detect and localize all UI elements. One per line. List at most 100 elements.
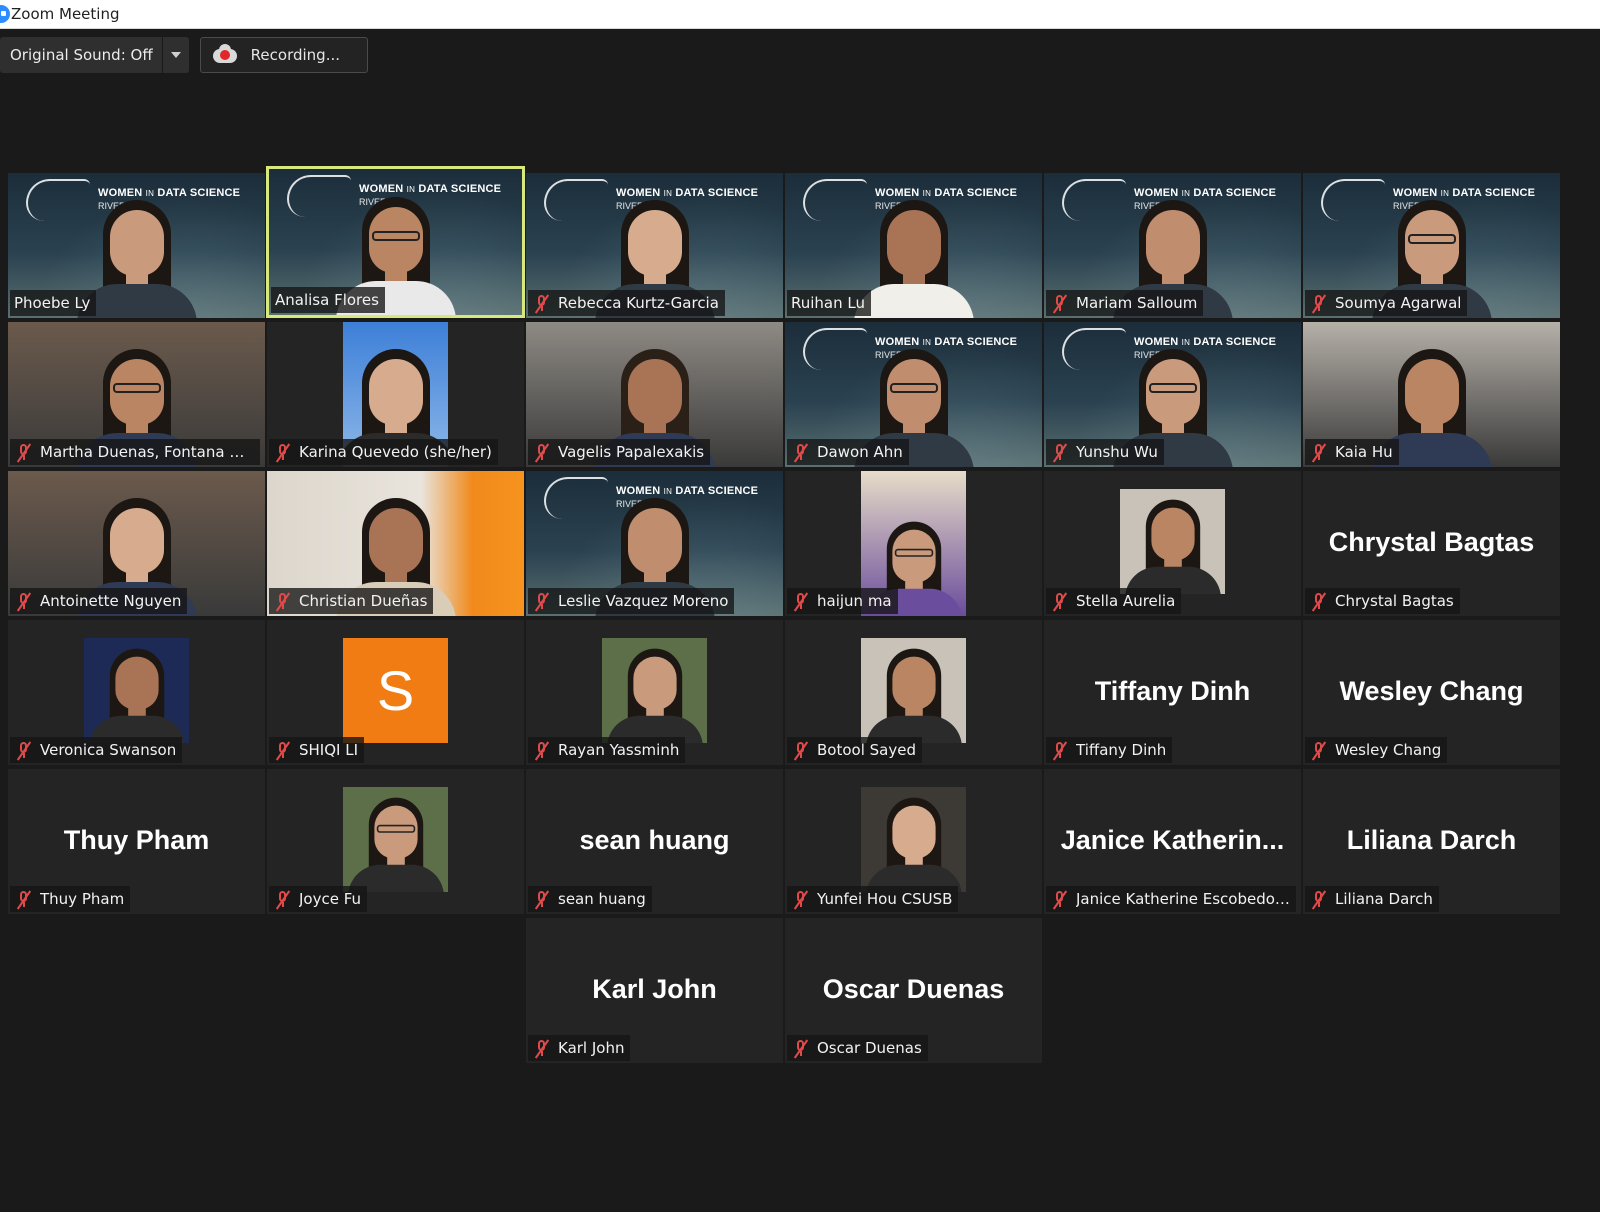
mic-muted-icon xyxy=(1309,293,1329,314)
original-sound-button[interactable]: Original Sound: Off xyxy=(0,37,162,73)
participant-nameplate: sean huang xyxy=(528,886,652,912)
participant-nameplate: Antoinette Nguyen xyxy=(10,588,188,614)
mic-muted-icon xyxy=(532,442,552,463)
participant-name: Phoebe Ly xyxy=(14,294,91,312)
participant-tile[interactable]: Veronica Swanson xyxy=(8,620,265,765)
participant-nameplate: Vagelis Papalexakis xyxy=(528,439,711,465)
participant-tile[interactable]: Stella Aurelia xyxy=(1044,471,1301,616)
participant-name: Analisa Flores xyxy=(275,291,379,309)
profile-photo xyxy=(861,787,966,892)
participant-name: Leslie Vazquez Moreno xyxy=(558,592,729,610)
participant-nameplate: Analisa Flores xyxy=(271,287,385,313)
recording-indicator[interactable]: Recording... xyxy=(199,37,368,73)
participant-nameplate: Chrystal Bagtas xyxy=(1305,588,1460,614)
participant-nameplate: Liliana Darch xyxy=(1305,886,1439,912)
avatar-letter: S xyxy=(343,638,448,743)
original-sound-dropdown[interactable] xyxy=(161,37,189,73)
participant-name: Chrystal Bagtas xyxy=(1335,592,1454,610)
mic-muted-icon xyxy=(14,740,34,761)
mic-muted-icon xyxy=(1050,889,1070,910)
participant-video-figure xyxy=(606,639,703,743)
participant-big-name: Janice Katherin... xyxy=(1060,825,1285,855)
participant-tile[interactable]: Liliana Darch Liliana Darch xyxy=(1303,769,1560,914)
participant-name: Mariam Salloum xyxy=(1076,294,1198,312)
participant-nameplate: Christian Dueñas xyxy=(269,588,434,614)
participant-tile[interactable]: Kaia Hu xyxy=(1303,322,1560,467)
participant-name: Oscar Duenas xyxy=(817,1039,922,1057)
participant-nameplate: Phoebe Ly xyxy=(10,290,97,316)
participant-big-name: Wesley Chang xyxy=(1339,676,1524,706)
participant-tile[interactable]: WOMEN IN DATA SCIENCERIVERSIDERebecca Ku… xyxy=(526,173,783,318)
participant-name: SHIQI LI xyxy=(299,741,359,759)
participant-name: Yunshu Wu xyxy=(1076,443,1158,461)
participant-tile[interactable]: WOMEN IN DATA SCIENCERIVERSIDEPhoebe Ly xyxy=(8,173,265,318)
participant-tile[interactable]: Vagelis Papalexakis xyxy=(526,322,783,467)
participant-tile[interactable]: Rayan Yassminh xyxy=(526,620,783,765)
participant-tile[interactable]: WOMEN IN DATA SCIENCERIVERSIDEDawon Ahn xyxy=(785,322,1042,467)
participant-name: Yunfei Hou CSUSB xyxy=(817,890,953,908)
mic-muted-icon xyxy=(273,889,293,910)
participant-tile[interactable]: Wesley Chang Wesley Chang xyxy=(1303,620,1560,765)
participant-tile[interactable]: WOMEN IN DATA SCIENCERIVERSIDESoumya Aga… xyxy=(1303,173,1560,318)
participant-big-name: Thuy Pham xyxy=(63,825,210,855)
window-title: Zoom Meeting xyxy=(11,5,120,23)
participant-nameplate: Dawon Ahn xyxy=(787,439,909,465)
participant-tile[interactable]: Joyce Fu xyxy=(267,769,524,914)
participant-tile[interactable]: S SHIQI LI xyxy=(267,620,524,765)
participant-name: Vagelis Papalexakis xyxy=(558,443,705,461)
participant-nameplate: Rebecca Kurtz-Garcia xyxy=(528,290,725,316)
participant-video-figure xyxy=(347,788,444,892)
participant-tile[interactable]: WOMEN IN DATA SCIENCERIVERSIDEMariam Sal… xyxy=(1044,173,1301,318)
participant-big-name: Oscar Duenas xyxy=(822,974,1005,1004)
participant-tile[interactable]: Botool Sayed xyxy=(785,620,1042,765)
participant-tile[interactable]: Chrystal Bagtas Chrystal Bagtas xyxy=(1303,471,1560,616)
participant-video-figure xyxy=(865,639,962,743)
participant-nameplate: Karl John xyxy=(528,1035,631,1061)
mic-muted-icon xyxy=(273,740,293,761)
participant-name: Dawon Ahn xyxy=(817,443,903,461)
participant-name: Rebecca Kurtz-Garcia xyxy=(558,294,719,312)
participant-tile[interactable]: Janice Katherin... Janice Katherine Escob… xyxy=(1044,769,1301,914)
participant-tile[interactable]: Tiffany Dinh Tiffany Dinh xyxy=(1044,620,1301,765)
participant-nameplate: Thuy Pham xyxy=(10,886,131,912)
profile-photo xyxy=(602,638,707,743)
participant-nameplate: Martha Duenas, Fontana USD xyxy=(10,439,260,465)
participant-name: Karina Quevedo (she/her) xyxy=(299,443,492,461)
participant-name: Rayan Yassminh xyxy=(558,741,680,759)
participant-nameplate: haijun ma xyxy=(787,588,898,614)
participant-nameplate: Karina Quevedo (she/her) xyxy=(269,439,498,465)
participant-nameplate: Stella Aurelia xyxy=(1046,588,1182,614)
participant-nameplate: Kaia Hu xyxy=(1305,439,1399,465)
participant-tile[interactable]: WOMEN IN DATA SCIENCERIVERSIDELeslie Vaz… xyxy=(526,471,783,616)
participant-tile[interactable]: Yunfei Hou CSUSB xyxy=(785,769,1042,914)
participant-tile[interactable]: Karl John Karl John xyxy=(526,918,783,1063)
participant-tile[interactable]: Thuy Pham Thuy Pham xyxy=(8,769,265,914)
participant-tile[interactable]: Karina Quevedo (she/her) xyxy=(267,322,524,467)
participant-nameplate: Ruihan Lu xyxy=(787,290,871,316)
mic-muted-icon xyxy=(1050,591,1070,612)
participant-tile[interactable]: Martha Duenas, Fontana USD xyxy=(8,322,265,467)
participant-nameplate: Joyce Fu xyxy=(269,886,368,912)
participant-name: Soumya Agarwal xyxy=(1335,294,1462,312)
participant-tile[interactable]: haijun ma xyxy=(785,471,1042,616)
participant-tile[interactable]: Christian Dueñas xyxy=(267,471,524,616)
participant-name: Wesley Chang xyxy=(1335,741,1442,759)
participant-nameplate: Yunshu Wu xyxy=(1046,439,1164,465)
mic-muted-icon xyxy=(791,591,811,612)
participant-tile[interactable]: Antoinette Nguyen xyxy=(8,471,265,616)
participant-nameplate: Botool Sayed xyxy=(787,737,922,763)
mic-muted-icon xyxy=(1309,591,1329,612)
participant-tile[interactable]: sean huang sean huang xyxy=(526,769,783,914)
participant-nameplate: Soumya Agarwal xyxy=(1305,290,1468,316)
mic-muted-icon xyxy=(532,1038,552,1059)
mic-muted-icon xyxy=(791,889,811,910)
participant-name: Veronica Swanson xyxy=(40,741,177,759)
participant-tile[interactable]: WOMEN IN DATA SCIENCERIVERSIDEAnalisa Fl… xyxy=(266,166,525,318)
participant-tile[interactable]: WOMEN IN DATA SCIENCERIVERSIDEYunshu Wu xyxy=(1044,322,1301,467)
mic-muted-icon xyxy=(532,889,552,910)
participant-video-figure xyxy=(1124,490,1221,594)
participant-tile[interactable]: WOMEN IN DATA SCIENCERIVERSIDERuihan Lu xyxy=(785,173,1042,318)
participant-tile[interactable]: Oscar Duenas Oscar Duenas xyxy=(785,918,1042,1063)
participant-name: Christian Dueñas xyxy=(299,592,428,610)
participant-name: Botool Sayed xyxy=(817,741,916,759)
